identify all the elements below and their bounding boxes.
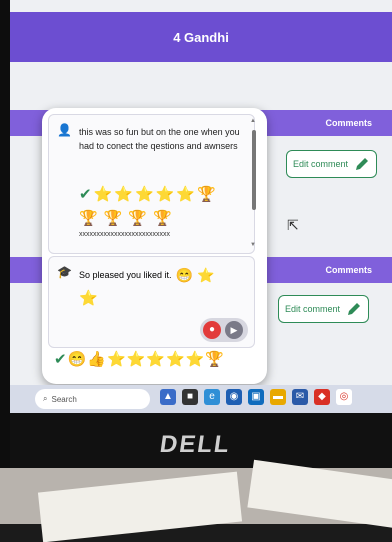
- grin-emoji-icon: 😁: [175, 267, 193, 283]
- reply-text: So pleased you liked it.: [79, 270, 172, 280]
- play-icon[interactable]: ▶: [225, 321, 243, 339]
- trophy-icon: 🏆: [103, 210, 123, 227]
- star-icon: ⭐: [134, 186, 154, 203]
- paper: [37, 471, 243, 542]
- star-reaction-button[interactable]: ⭐: [146, 352, 165, 368]
- audio-controls: ● ▶: [200, 318, 248, 342]
- reply-line: So pleased you liked it. 😁 ⭐: [79, 267, 214, 283]
- comment-text: this was so fun but on the one when you …: [79, 127, 240, 151]
- scrollbar[interactable]: ▲ ▼: [250, 118, 258, 250]
- edge-icon[interactable]: ◉: [226, 389, 242, 405]
- paper: [247, 459, 392, 529]
- student-icon: 👤: [57, 123, 72, 137]
- comment-popup: 👤 this was so fun but on the one when yo…: [42, 108, 267, 384]
- taskbar-search[interactable]: ⌕ Search: [35, 389, 150, 409]
- check-reaction-button[interactable]: ✔: [54, 352, 67, 368]
- trophy-icon: 🏆: [153, 210, 172, 227]
- chrome-icon[interactable]: ◎: [336, 389, 352, 405]
- scrollbar-thumb[interactable]: [252, 130, 256, 210]
- widgets-icon[interactable]: ▲: [160, 389, 176, 405]
- grin-reaction-button[interactable]: 😁: [68, 352, 87, 368]
- trophy-reaction-button[interactable]: 🏆: [205, 352, 224, 368]
- reaction-bar: ✔ 😁 👍 ⭐ ⭐ ⭐ ⭐ ⭐ 🏆: [54, 352, 224, 368]
- edit-comment-button[interactable]: Edit comment: [286, 150, 378, 178]
- star-reaction-button[interactable]: ⭐: [186, 352, 205, 368]
- emoji-row: ✔ ⭐ ⭐ ⭐ ⭐ ⭐ 🏆: [79, 187, 216, 203]
- comments-label: Comments: [325, 118, 372, 128]
- trophy-icon: 🏆: [128, 210, 148, 227]
- mouse-cursor-icon: ⇱: [287, 217, 299, 233]
- star-icon: ⭐: [176, 186, 196, 203]
- star-icon: ⭐: [155, 186, 175, 203]
- star-reaction-button[interactable]: ⭐: [127, 352, 146, 368]
- scroll-down-icon[interactable]: ▼: [250, 242, 256, 248]
- page-title: 4 Gandhi: [173, 29, 229, 45]
- monitor-bezel-left: [0, 0, 10, 468]
- star-reaction-button[interactable]: ⭐: [107, 352, 126, 368]
- edit-comment-label: Edit comment: [293, 159, 349, 169]
- microphone-icon[interactable]: ●: [203, 321, 221, 339]
- taskbar-apps: ▲ ■ e ◉ ▣ ▬ ✉ ◆ ◎: [160, 389, 352, 405]
- taskbar: ⌕ Search ▲ ■ e ◉ ▣ ▬ ✉ ◆ ◎: [10, 385, 392, 413]
- scroll-up-icon[interactable]: ▲: [250, 118, 256, 124]
- task-view-icon[interactable]: ■: [182, 389, 198, 405]
- star-icon: ⭐: [93, 186, 113, 203]
- mail-icon[interactable]: ✉: [292, 389, 308, 405]
- search-icon: ⌕: [43, 394, 48, 403]
- edit-comment-label: Edit comment: [285, 304, 341, 314]
- star-icon: ⭐: [79, 290, 98, 307]
- search-placeholder: Search: [51, 394, 77, 404]
- check-icon: ✔: [79, 186, 92, 203]
- app-icon[interactable]: ◆: [314, 389, 330, 405]
- star-icon: ⭐: [114, 186, 133, 203]
- comment-box: 👤 this was so fun but on the one when yo…: [48, 114, 255, 254]
- reply-emoji-row: ⭐: [79, 291, 98, 307]
- monitor-bezel: DELL: [10, 413, 392, 468]
- folder-icon[interactable]: ▬: [270, 389, 286, 405]
- comments-label: Comments: [325, 265, 372, 275]
- comment-filler-text: xxxxxxxxxxxxxxxxxxxxxxxxxx: [79, 231, 170, 238]
- trophy-icon: 🏆: [79, 210, 98, 227]
- star-icon: ⭐: [197, 267, 215, 283]
- thumbs-up-reaction-button[interactable]: 👍: [87, 352, 106, 368]
- pencil-icon: [356, 158, 369, 170]
- desk-background: [0, 459, 392, 542]
- teacher-icon: 🎓: [57, 265, 72, 279]
- dell-logo: DELL: [158, 431, 233, 458]
- trophy-icon: 🏆: [197, 186, 216, 203]
- page-header: 4 Gandhi: [10, 12, 392, 62]
- browser-icon[interactable]: e: [204, 389, 220, 405]
- emoji-row: 🏆 🏆 🏆 🏆: [79, 211, 172, 227]
- store-icon[interactable]: ▣: [248, 389, 264, 405]
- edit-comment-button[interactable]: Edit comment: [278, 295, 370, 323]
- pencil-icon: [348, 303, 361, 315]
- star-reaction-button[interactable]: ⭐: [166, 352, 185, 368]
